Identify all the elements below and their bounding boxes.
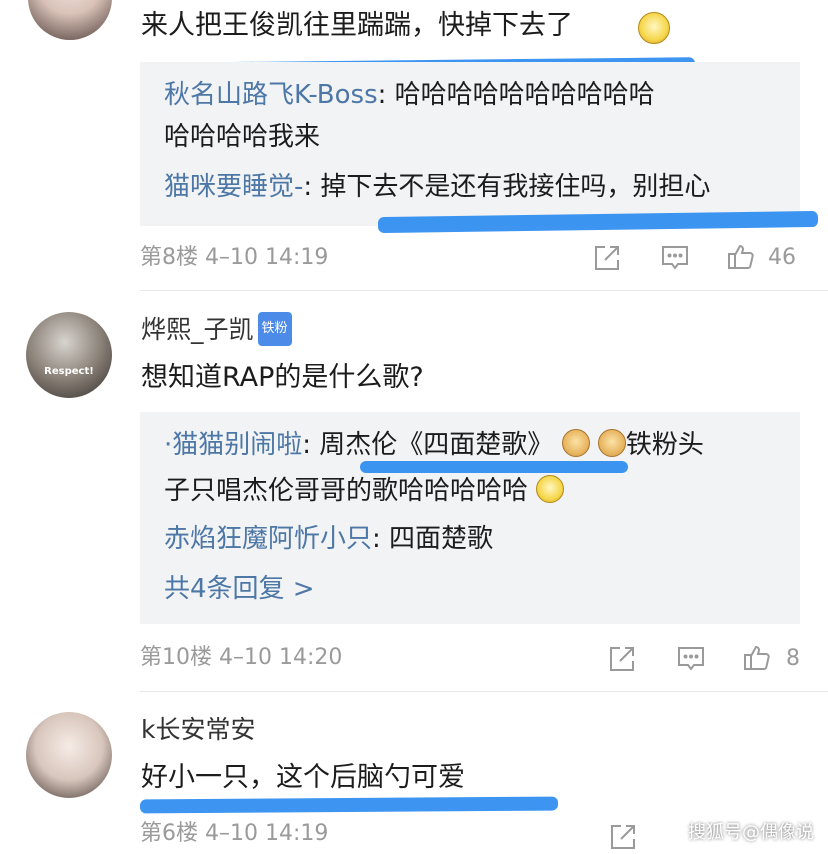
reply: 猫咪要睡觉-: 掉下去不是还有我接住吗，别担心 (164, 170, 710, 204)
reply-username[interactable]: 猫咪要睡觉- (164, 172, 303, 202)
doge-emoji-icon (561, 429, 590, 457)
avatar[interactable] (26, 712, 112, 798)
comment-username[interactable]: 烨熙_子凯 铁粉 (141, 312, 292, 346)
share-button[interactable] (608, 822, 638, 852)
comment-button[interactable] (660, 243, 690, 273)
smirk-emoji-icon (536, 475, 565, 503)
timestamp: 4–10 14:19 (205, 821, 329, 846)
like-button[interactable] (726, 241, 758, 273)
reply-text: : 哈哈哈哈哈哈哈哈哈哈 (377, 80, 655, 110)
like-icon (744, 645, 770, 670)
reply: 秋名山路飞K-Boss: 哈哈哈哈哈哈哈哈哈哈 (164, 78, 655, 112)
floor-number: 第10楼 (140, 645, 212, 670)
reply: 赤焰狂魔阿忻小只: 四面楚歌 (164, 522, 493, 556)
like-count: 8 (786, 646, 800, 671)
comment-icon (678, 647, 704, 671)
reply-username[interactable]: 秋名山路飞K-Boss (164, 80, 378, 110)
comment-username[interactable]: k长安常安 (141, 714, 255, 746)
share-button[interactable] (607, 644, 637, 674)
comment-icon (662, 246, 688, 270)
reply-box: 秋名山路飞K-Boss: 哈哈哈哈哈哈哈哈哈哈 哈哈哈哈我来 猫咪要睡觉-: 掉… (140, 62, 800, 226)
highlight-underline (360, 461, 628, 473)
share-icon (595, 246, 619, 270)
share-icon (611, 825, 635, 849)
comment-text: 想知道RAP的是什么歌? (141, 362, 424, 393)
reply-text-tail: 铁粉头 (625, 430, 704, 460)
reply-box: ·猫猫别闹啦: 周杰伦《四面楚歌》 铁粉头 子只唱杰伦哥哥的歌哈哈哈哈哈 赤焰狂… (140, 412, 800, 624)
share-icon (610, 647, 634, 671)
timestamp: 4–10 14:19 (205, 245, 329, 270)
comment-meta: 第8楼 4–10 14:19 (140, 244, 328, 272)
share-button[interactable] (592, 243, 622, 273)
fan-badge: 铁粉 (257, 312, 292, 346)
like-button[interactable] (742, 642, 774, 674)
like-count: 46 (768, 245, 796, 270)
reply-text: 子只唱杰伦哥哥的歌哈哈哈哈哈 (164, 476, 529, 506)
reply-text-cont: 子只唱杰伦哥哥的歌哈哈哈哈哈 (164, 474, 565, 508)
reply-username[interactable]: ·猫猫别闹啦 (164, 430, 302, 460)
reply-username[interactable]: 赤焰狂魔阿忻小只 (164, 524, 372, 554)
avatar-caption: Respect! (44, 366, 94, 377)
reply-text: : 四面楚歌 (372, 524, 494, 554)
divider (140, 691, 828, 692)
reply: ·猫猫别闹啦: 周杰伦《四面楚歌》 铁粉头 (164, 428, 704, 462)
like-icon (728, 244, 754, 269)
watermark: 搜狐号@偶像说 (688, 822, 814, 843)
avatar[interactable] (28, 0, 112, 40)
username-text[interactable]: 烨熙_子凯 (141, 315, 254, 344)
smirk-emoji-icon (638, 12, 670, 44)
reply-text-cont: 哈哈哈哈我来 (164, 122, 321, 152)
avatar[interactable]: Respect! (26, 312, 112, 398)
highlight-underline (139, 796, 559, 814)
divider (140, 290, 828, 291)
timestamp: 4–10 14:20 (219, 645, 343, 670)
comment-button[interactable] (676, 644, 706, 674)
reply-text: : 周杰伦《四面楚歌》 (302, 430, 554, 460)
comment-text: 来人把王俊凯往里踹踹，快掉下去了 (141, 10, 573, 41)
floor-number: 第8楼 (140, 245, 198, 270)
floor-number: 第6楼 (140, 821, 198, 846)
comment-text: 好小一只，这个后脑勺可爱 (141, 762, 465, 793)
doge-emoji-icon (597, 429, 626, 457)
comment-meta: 第6楼 4–10 14:19 (140, 820, 328, 848)
reply-text: : 掉下去不是还有我接住吗，别担心 (303, 172, 711, 202)
view-more-replies-link[interactable]: 共4条回复 > (164, 572, 315, 606)
comment-meta: 第10楼 4–10 14:20 (140, 644, 342, 672)
